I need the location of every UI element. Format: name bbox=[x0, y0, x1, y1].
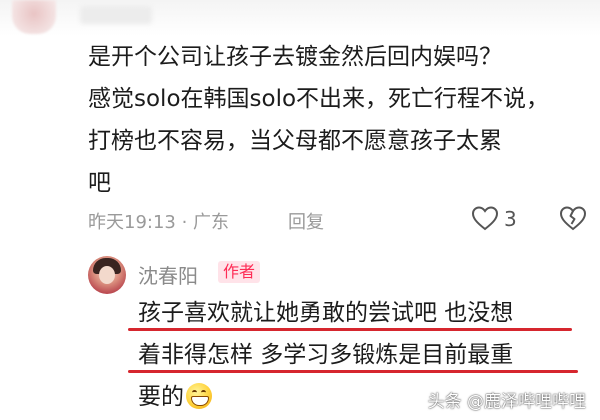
reply-line-1-text: 孩子喜欢就让她勇敢的尝试吧 也没想 bbox=[138, 300, 514, 326]
reply-line-3-text: 要的 bbox=[138, 384, 184, 410]
reply-author-name[interactable]: 沈春阳 bbox=[138, 260, 198, 289]
comment-body: 是开个公司让孩子去镀金然后回内娱吗？ 感觉solo在韩国solo不出来，死亡行程… bbox=[88, 36, 588, 204]
broken-heart-icon[interactable] bbox=[558, 204, 588, 232]
grinning-face-icon bbox=[186, 383, 212, 409]
previous-comment-header-blurred bbox=[0, 0, 600, 36]
red-underline bbox=[128, 370, 578, 373]
avatar[interactable] bbox=[88, 256, 126, 294]
blurred-username bbox=[80, 6, 152, 24]
comment-time-location: 昨天19:13 · 广东 bbox=[88, 212, 230, 233]
comment-meta-bar: 昨天19:13 · 广东 回复 3 bbox=[88, 200, 588, 236]
heart-icon[interactable] bbox=[470, 204, 500, 232]
comment-line-4: 吧 bbox=[88, 170, 111, 196]
watermark: 头条 @鹿泽哔哩哔哩 bbox=[427, 392, 586, 412]
reply-line-2-text: 着非得怎样 多学习多锻炼是目前最重 bbox=[138, 342, 514, 368]
comment-line-2: 感觉solo在韩国solo不出来，死亡行程不说， bbox=[88, 86, 550, 112]
like-count: 3 bbox=[504, 207, 517, 231]
reply-button[interactable]: 回复 bbox=[288, 208, 324, 234]
red-underline bbox=[128, 328, 572, 331]
comment-line-1: 是开个公司让孩子去镀金然后回内娱吗？ bbox=[88, 44, 502, 70]
blurred-avatar bbox=[12, 0, 56, 34]
author-badge: 作者 bbox=[218, 261, 261, 283]
comment-line-3: 打榜也不容易，当父母都不愿意孩子太累 bbox=[88, 128, 502, 154]
reply-line-2: 着非得怎样 多学习多锻炼是目前最重 bbox=[128, 334, 578, 376]
reply-line-1: 孩子喜欢就让她勇敢的尝试吧 也没想 bbox=[128, 292, 578, 334]
